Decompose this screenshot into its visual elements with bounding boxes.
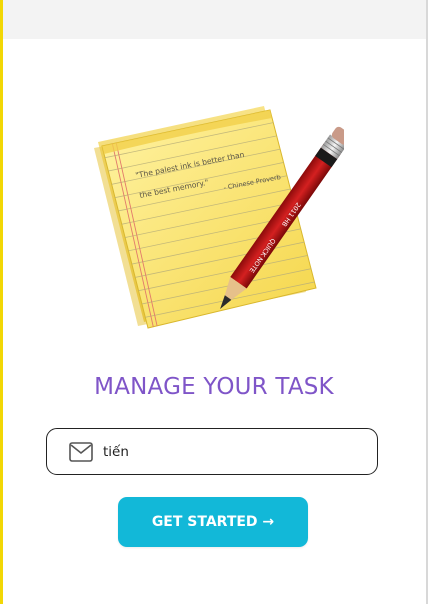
top-bar xyxy=(3,0,426,39)
get-started-label: GET STARTED → xyxy=(151,514,275,530)
email-input[interactable] xyxy=(103,438,363,466)
page-title: MANAGE YOUR TASK xyxy=(94,374,334,400)
notepad-pencil-icon: "The palest ink is better than the best … xyxy=(94,106,344,329)
email-field[interactable] xyxy=(46,428,378,475)
get-started-button[interactable]: GET STARTED → xyxy=(118,497,308,547)
window-left-border xyxy=(0,0,3,604)
mail-icon xyxy=(69,442,93,462)
